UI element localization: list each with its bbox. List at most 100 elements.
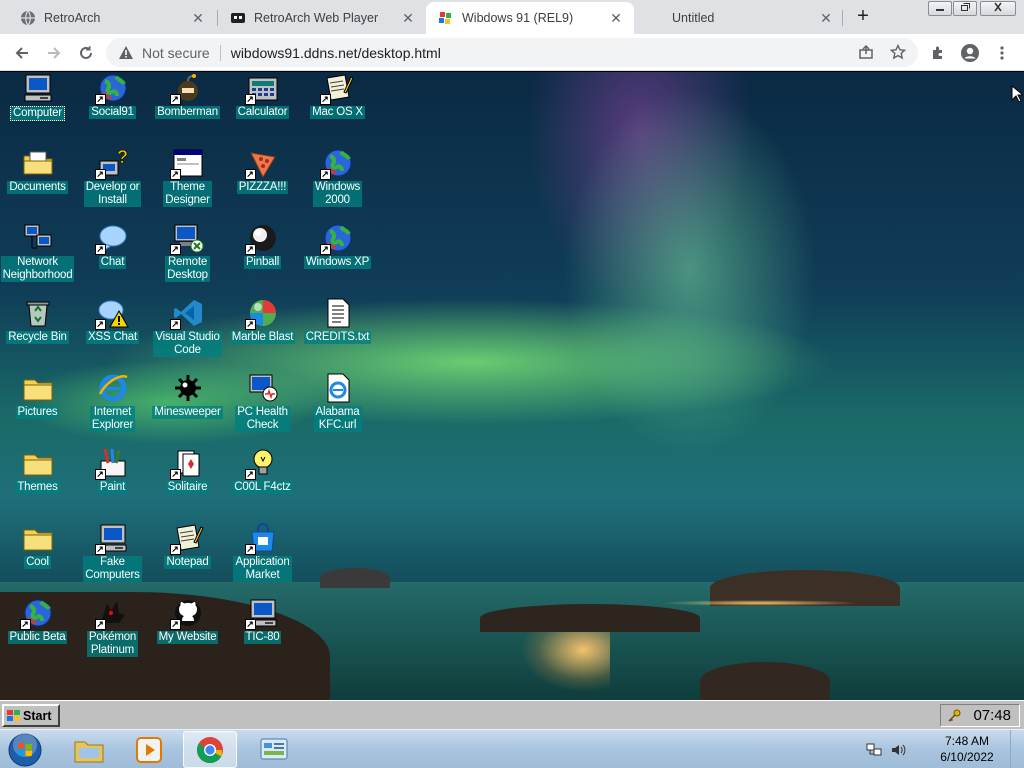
desktop-icon-remote-desktop[interactable]: ↗ Remote Desktop	[150, 222, 225, 282]
desktop-icon-pc-health-check[interactable]: PC Health Check	[225, 372, 300, 432]
desktop-icon-bomberman[interactable]: ↗ Bomberman	[150, 72, 225, 119]
desktop-icon-notepad[interactable]: ↗ Notepad	[150, 522, 225, 569]
folder-icon	[22, 447, 54, 479]
desktop-icon-recycle-bin[interactable]: Recycle Bin	[0, 297, 75, 344]
new-tab-button[interactable]: +	[852, 6, 874, 28]
shortcut-arrow-icon: ↗	[244, 469, 256, 480]
forward-button[interactable]	[42, 41, 66, 65]
desktop-icon-paint[interactable]: ↗ Paint	[75, 447, 150, 494]
speaker-icon[interactable]	[890, 742, 906, 758]
solitaire-icon: ↗	[169, 447, 204, 480]
pc-health-icon	[247, 372, 279, 404]
desktop-icon-label: Cool	[24, 556, 51, 569]
desktop-icon-c00l-f4ctz[interactable]: ↗ C00L F4ctz	[225, 447, 300, 494]
back-button[interactable]	[10, 41, 34, 65]
desktop-icon-minesweeper[interactable]: Minesweeper	[150, 372, 225, 419]
folder-icon	[74, 741, 104, 762]
taskbar-media-player[interactable]	[122, 731, 176, 768]
minimize-button[interactable]	[928, 1, 952, 16]
desktop-icon-public-beta[interactable]: ↗ Public Beta	[0, 597, 75, 644]
shortcut-arrow-icon: ↗	[94, 619, 106, 630]
desktop-icon-documents[interactable]: Documents	[0, 147, 75, 194]
menu-button[interactable]	[990, 41, 1014, 65]
host-time: 7:48 AM	[944, 734, 990, 748]
desktop-icon-develop-or-install[interactable]: ? ↗ Develop or Install	[75, 147, 150, 207]
desktop-icon-visual-studio-code[interactable]: ↗ Visual Studio Code	[150, 297, 225, 357]
arrow-left-icon	[15, 47, 28, 59]
desktop-icon-windows-xp[interactable]: ↗ Windows XP	[300, 222, 375, 269]
shortcut-arrow-icon: ↗	[169, 469, 181, 480]
pizza-icon: ↗	[244, 147, 279, 180]
windows-start-orb-icon[interactable]	[6, 731, 44, 768]
address-bar[interactable]: Not secure wibdows91.ddns.net/desktop.ht…	[106, 38, 918, 67]
host-clock[interactable]: 7:48 AM 6/10/2022	[932, 733, 1002, 765]
close-icon[interactable]: ✕	[608, 10, 624, 26]
desktop-icon-mac-os-x[interactable]: ↗ Mac OS X	[300, 72, 375, 119]
tab-divider	[842, 10, 843, 26]
text-file-icon	[322, 297, 354, 329]
minimize-icon	[936, 9, 944, 11]
desktop-icon-label: Pokémon Platinum	[86, 631, 139, 657]
desktop-icon-chat[interactable]: ↗ Chat	[75, 222, 150, 269]
desktop-icon-alabama-kfc-url[interactable]: Alabama KFC.url	[300, 372, 375, 432]
desktop-icon-pinball[interactable]: ↗ Pinball	[225, 222, 300, 269]
desktop-icon-windows-2000[interactable]: ↗ Windows 2000	[300, 147, 375, 207]
restore-button[interactable]	[953, 1, 977, 16]
share-icon[interactable]	[858, 44, 874, 60]
profile-button[interactable]	[958, 41, 982, 65]
desktop-icon-fake-computers[interactable]: ↗ Fake Computers	[75, 522, 150, 582]
show-desktop-button[interactable]	[1010, 730, 1024, 768]
shortcut-arrow-icon: ↗	[169, 544, 181, 555]
url-text[interactable]: wibdows91.ddns.net/desktop.html	[231, 45, 441, 61]
desktop-icon-tic-80[interactable]: ↗ TIC-80	[225, 597, 300, 644]
network-icon[interactable]	[866, 742, 882, 758]
desktop-icon-network-neighborhood[interactable]: Network Neighborhood	[0, 222, 75, 282]
desktop-icon-marble-blast[interactable]: ↗ Marble Blast	[225, 297, 300, 344]
desktop-icon-internet-explorer[interactable]: Internet Explorer	[75, 372, 150, 432]
shortcut-arrow-icon: ↗	[169, 169, 181, 180]
desktop-icon-label: Fake Computers	[83, 556, 142, 582]
desktop-icon-application-market[interactable]: ↗ Application Market	[225, 522, 300, 582]
desktop-icon-credits-txt[interactable]: CREDITS.txt	[300, 297, 375, 344]
desktop-icon-social91[interactable]: ↗ Social91	[75, 72, 150, 119]
tab-untitled[interactable]: Untitled ✕	[636, 2, 844, 34]
app-market-icon: ↗	[244, 522, 279, 555]
desktop-icon-themes[interactable]: Themes	[0, 447, 75, 494]
wallpaper-bridge-glow	[520, 632, 610, 692]
tab-wibdows-91[interactable]: Wibdows 91 (REL9) ✕	[426, 2, 634, 34]
wibdows-icon	[438, 10, 454, 26]
desktop-icon-xss-chat[interactable]: ↗ XSS Chat	[75, 297, 150, 344]
desktop-icon-cool[interactable]: Cool	[0, 522, 75, 569]
reload-button[interactable]	[74, 41, 98, 65]
taskbar-clock[interactable]: 07:48	[973, 707, 1011, 724]
tab-retroarch-web-player[interactable]: RetroArch Web Player ✕	[218, 2, 426, 34]
taskbar-chrome[interactable]	[183, 731, 237, 768]
extensions-button[interactable]	[926, 41, 950, 65]
computer-icon: ↗	[94, 522, 129, 555]
shortcut-arrow-icon: ↗	[169, 319, 181, 330]
bookmark-star-icon[interactable]	[890, 44, 906, 60]
desktop-icon-computer[interactable]: Computer	[0, 72, 75, 121]
desktop-icon-solitaire[interactable]: ↗ Solitaire	[150, 447, 225, 494]
close-icon[interactable]: ✕	[818, 10, 834, 26]
start-button[interactable]: Start	[2, 704, 60, 727]
desktop-icon-pizzza[interactable]: ↗ PIZZZA!!!	[225, 147, 300, 194]
desktop-icon-theme-designer[interactable]: ↗ Theme Designer	[150, 147, 225, 207]
desktop-icon-pok-mon-platinum[interactable]: ↗ Pokémon Platinum	[75, 597, 150, 657]
taskbar-control-panel[interactable]	[247, 731, 301, 768]
taskbar-explorer[interactable]	[62, 731, 116, 768]
desktop-icon-calculator[interactable]: ↗ Calculator	[225, 72, 300, 119]
close-icon[interactable]: ✕	[190, 10, 206, 26]
close-icon[interactable]: ✕	[400, 10, 416, 26]
tab-strip: RetroArch ✕ RetroArch Web Player ✕ Wibdo…	[0, 0, 1024, 34]
shortcut-arrow-icon: ↗	[244, 169, 256, 180]
key-icon[interactable]	[947, 709, 961, 723]
desktop-icon-my-website[interactable]: ↗ My Website	[150, 597, 225, 644]
tab-retroarch[interactable]: RetroArch ✕	[8, 2, 216, 34]
desktop[interactable]: Computer ↗ Social91 ↗ Bomberman ↗ Calculator ↗ M…	[0, 72, 1024, 700]
close-window-button[interactable]	[980, 1, 1016, 16]
security-label[interactable]: Not secure	[142, 45, 210, 61]
desktop-icon-label: Solitaire	[165, 481, 210, 494]
desktop-icon-pictures[interactable]: Pictures	[0, 372, 75, 419]
globe-icon: ↗	[319, 222, 354, 255]
